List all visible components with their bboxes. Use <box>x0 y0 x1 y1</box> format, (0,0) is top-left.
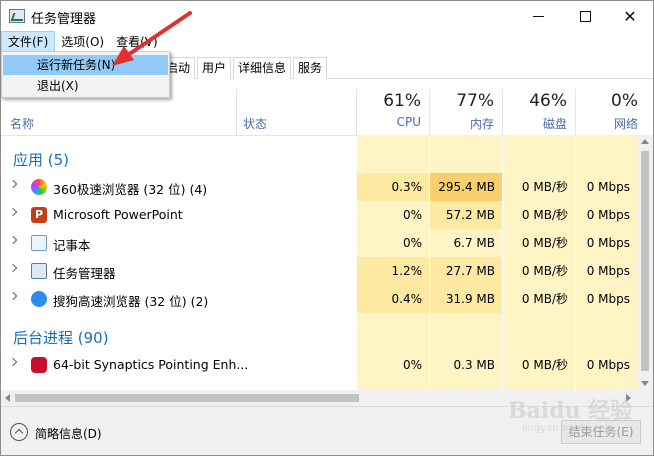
process-cpu: 0.4% <box>357 285 429 313</box>
disk-label: 磁盘 <box>542 117 567 131</box>
process-name: Microsoft PowerPoint <box>53 207 183 222</box>
process-row[interactable]: 记事本 0% 6.7 MB 0 MB/秒 0 Mbps <box>1 229 637 257</box>
memory-percent: 77% <box>456 91 494 111</box>
process-name: 360极速浏览器 (32 位) (4) <box>53 182 208 197</box>
column-divider <box>502 89 503 135</box>
baidu-watermark: Baidu 经验 jingyan.baidu.com <box>508 393 648 443</box>
memory-label: 内存 <box>469 117 494 131</box>
window-title: 任务管理器 <box>31 12 97 27</box>
browser-360-icon <box>31 179 47 195</box>
column-divider <box>236 89 237 135</box>
expand-chevron-icon[interactable] <box>8 291 18 301</box>
process-name: 搜狗高速浏览器 (32 位) (2) <box>53 294 209 309</box>
process-network: 0 Mbps <box>586 264 630 278</box>
process-network: 0 Mbps <box>586 236 630 250</box>
expand-chevron-icon[interactable] <box>8 179 18 189</box>
process-disk: 0 MB/秒 <box>521 264 568 278</box>
expand-chevron-icon[interactable] <box>8 207 18 217</box>
expand-chevron-icon[interactable] <box>8 235 18 245</box>
process-network: 0 Mbps <box>586 292 630 306</box>
vertical-scrollbar[interactable] <box>637 135 653 390</box>
close-icon: ✕ <box>623 6 637 26</box>
process-cpu: 1.2% <box>357 257 429 285</box>
process-memory: 295.4 MB <box>430 173 502 201</box>
watermark-sub-text: jingyan.baidu.com <box>522 423 615 434</box>
column-header-cpu[interactable]: 61% CPU <box>357 85 429 135</box>
watermark-main-text: Baidu 经验 <box>508 398 633 424</box>
column-header-network[interactable]: 0% 网络 <box>576 85 646 135</box>
process-cpu: 0% <box>402 358 422 372</box>
process-memory: 31.9 MB <box>430 285 502 313</box>
collapse-up-icon[interactable] <box>10 423 28 441</box>
expand-chevron-icon[interactable] <box>8 357 18 367</box>
maximize-button[interactable] <box>562 1 608 31</box>
network-percent: 0% <box>611 91 638 111</box>
tab-services[interactable]: 服务 <box>293 57 328 79</box>
process-cpu: 0.3% <box>357 173 429 201</box>
process-cpu: 0% <box>402 208 422 222</box>
group-apps-title[interactable]: 应用 (5) <box>13 149 69 170</box>
process-row[interactable]: 64-bit Synaptics Pointing Enh... 0% 0.3 … <box>1 351 637 379</box>
process-disk: 0 MB/秒 <box>521 236 568 250</box>
title-bar: 任务管理器 ✕ <box>1 1 653 31</box>
scroll-up-icon[interactable] <box>641 139 649 144</box>
menu-file[interactable]: 文件(F) <box>1 31 56 53</box>
menu-item-exit[interactable]: 退出(X) <box>3 76 168 96</box>
scroll-down-icon[interactable] <box>641 381 649 386</box>
task-manager-app-icon <box>9 9 25 23</box>
process-network: 0 Mbps <box>586 180 630 194</box>
process-disk: 0 MB/秒 <box>521 180 568 194</box>
column-divider <box>575 89 576 135</box>
process-name: 任务管理器 <box>53 266 116 281</box>
column-header-name[interactable]: 名称 <box>10 115 34 132</box>
process-network: 0 Mbps <box>586 358 630 372</box>
process-name: 记事本 <box>53 238 91 253</box>
network-label: 网络 <box>613 117 638 131</box>
column-header-memory[interactable]: 77% 内存 <box>430 85 502 135</box>
process-memory: 27.7 MB <box>430 257 502 285</box>
process-row[interactable]: 360极速浏览器 (32 位) (4) 0.3% 295.4 MB 0 MB/秒… <box>1 173 637 201</box>
process-network: 0 Mbps <box>586 208 630 222</box>
vertical-scroll-thumb[interactable] <box>641 151 649 371</box>
menu-item-run-new-task[interactable]: 运行新任务(N) <box>3 55 168 75</box>
group-background-title[interactable]: 后台进程 (90) <box>13 327 109 348</box>
menu-options[interactable]: 选项(O) <box>55 31 110 53</box>
maximize-icon <box>579 10 591 22</box>
cpu-label: CPU <box>396 115 421 129</box>
cpu-percent: 61% <box>383 91 421 111</box>
task-manager-icon <box>31 263 47 279</box>
process-row[interactable]: Microsoft PowerPoint 0% 57.2 MB 0 MB/秒 0… <box>1 201 637 229</box>
column-divider <box>356 89 357 135</box>
synaptics-icon <box>31 357 47 373</box>
menu-bar: 文件(F) 选项(O) 查看(V) <box>1 31 653 53</box>
process-memory: 6.7 MB <box>453 236 495 250</box>
process-memory: 57.2 MB <box>430 201 502 229</box>
sogou-browser-icon <box>31 291 47 307</box>
expand-chevron-icon[interactable] <box>8 263 18 273</box>
close-button[interactable]: ✕ <box>607 1 653 31</box>
notepad-icon <box>31 235 47 251</box>
column-header-disk[interactable]: 46% 磁盘 <box>503 85 575 135</box>
menu-view[interactable]: 查看(V) <box>110 31 164 53</box>
process-row[interactable]: 搜狗高速浏览器 (32 位) (2) 0.4% 31.9 MB 0 MB/秒 0… <box>1 285 637 313</box>
process-disk: 0 MB/秒 <box>521 358 568 372</box>
minimize-icon <box>532 15 544 17</box>
column-divider <box>429 89 430 135</box>
fewer-details-link[interactable]: 简略信息(D) <box>35 425 102 442</box>
tab-users[interactable]: 用户 <box>197 57 232 79</box>
minimize-button[interactable] <box>515 1 561 31</box>
process-row[interactable]: 任务管理器 1.2% 27.7 MB 0 MB/秒 0 Mbps <box>1 257 637 285</box>
process-name: 64-bit Synaptics Pointing Enh... <box>53 357 249 372</box>
disk-percent: 46% <box>529 91 567 111</box>
process-memory: 0.3 MB <box>453 358 495 372</box>
column-header-status[interactable]: 状态 <box>243 115 267 132</box>
process-cpu: 0% <box>402 236 422 250</box>
file-dropdown-menu: 运行新任务(N) 退出(X) <box>1 51 170 98</box>
process-disk: 0 MB/秒 <box>521 292 568 306</box>
process-disk: 0 MB/秒 <box>521 208 568 222</box>
tab-details[interactable]: 详细信息 <box>233 57 292 79</box>
scroll-left-icon[interactable] <box>5 394 10 402</box>
powerpoint-icon <box>31 207 47 223</box>
horizontal-scroll-thumb[interactable] <box>15 394 359 402</box>
